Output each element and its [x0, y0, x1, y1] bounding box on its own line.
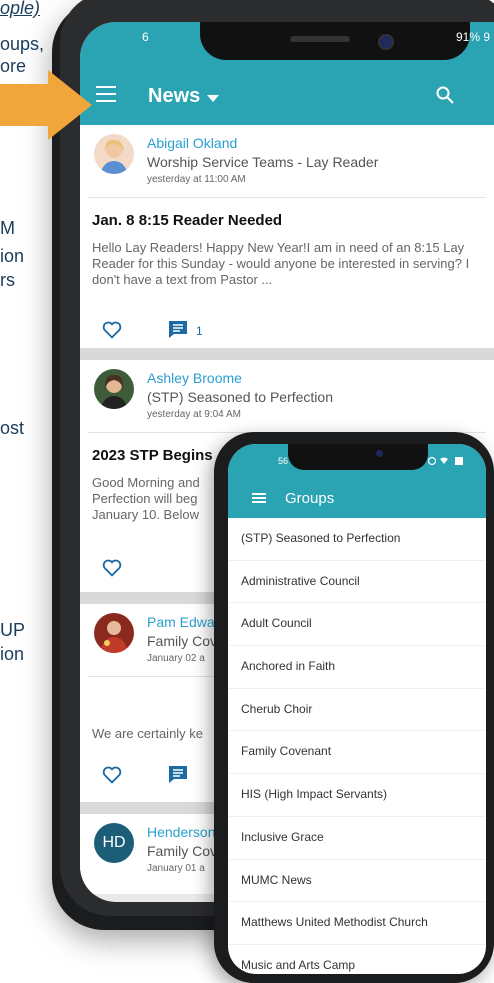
- post-author[interactable]: Abigail Okland: [147, 135, 237, 151]
- avatar[interactable]: [94, 134, 134, 174]
- group-list-item[interactable]: Anchored in Faith: [228, 646, 486, 689]
- heart-icon[interactable]: [102, 321, 122, 339]
- group-list-item[interactable]: Music and Arts Camp: [228, 945, 486, 974]
- groups-title: Groups: [285, 490, 335, 507]
- phone-frame-groups: 56 Groups (STP) Seasoned to Perfection Ad…: [214, 432, 494, 983]
- avatar[interactable]: HD: [94, 823, 134, 863]
- group-list-item[interactable]: Family Covenant: [228, 731, 486, 775]
- group-list-item[interactable]: Cherub Choir: [228, 689, 486, 732]
- status-left: 6: [142, 30, 149, 44]
- group-list-item[interactable]: Matthews United Methodist Church: [228, 902, 486, 945]
- notch: [288, 444, 428, 470]
- group-list-item[interactable]: Inclusive Grace: [228, 817, 486, 860]
- bg-text-line: ion: [0, 644, 25, 664]
- post-group: Family Cov: [147, 633, 218, 649]
- camera-icon: [378, 34, 394, 50]
- status-icons: [428, 456, 463, 466]
- bg-text-line: ion: [0, 246, 25, 266]
- comment-icon[interactable]: [167, 764, 189, 784]
- status-bar: 56: [228, 444, 486, 478]
- group-list-item[interactable]: Administrative Council: [228, 561, 486, 604]
- post-author[interactable]: Henderson: [147, 824, 216, 840]
- news-app-bar: News: [80, 70, 494, 125]
- comment-count: 1: [196, 324, 203, 338]
- group-list-item[interactable]: HIS (High Impact Servants): [228, 774, 486, 817]
- post-body: Good Morning and Perfection will beg Jan…: [92, 475, 200, 522]
- bg-text-line: ople): [0, 0, 41, 18]
- heart-icon[interactable]: [102, 559, 122, 577]
- bg-text-line: oups,: [0, 34, 45, 54]
- bg-text-line: M: [0, 218, 15, 238]
- camera-icon: [376, 450, 383, 457]
- post-divider: [80, 348, 494, 360]
- post-header: Abigail Okland Worship Service Teams - L…: [88, 125, 486, 198]
- arrow-right-icon: [0, 70, 92, 140]
- group-list-item[interactable]: (STP) Seasoned to Perfection: [228, 518, 486, 561]
- bg-text-line: rs: [0, 270, 15, 290]
- groups-app-bar: Groups: [228, 478, 486, 518]
- post-time: January 01 a: [147, 863, 205, 874]
- post-body: We are certainly ke: [92, 726, 204, 741]
- groups-list: (STP) Seasoned to Perfection Administrati…: [228, 518, 486, 974]
- post-body: Hello Lay Readers! Happy New Year!I am i…: [92, 240, 470, 287]
- status-bar: 6 91% 9: [80, 22, 494, 70]
- avatar[interactable]: [94, 613, 134, 653]
- battery-status: 91% 9: [455, 30, 490, 44]
- post-title: 2023 STP Begins: [92, 447, 213, 464]
- post-header: Ashley Broome (STP) Seasoned to Perfecti…: [88, 360, 486, 433]
- post-title: Jan. 8 8:15 Reader Needed: [92, 212, 283, 229]
- bg-text-line: UP: [0, 620, 26, 640]
- news-title[interactable]: News: [148, 85, 200, 108]
- post-group: Family Cov: [147, 843, 218, 859]
- chevron-down-icon[interactable]: [207, 95, 219, 102]
- group-list-item[interactable]: Adult Council: [228, 603, 486, 647]
- post-time: yesterday at 11:00 AM: [147, 174, 246, 185]
- post-author[interactable]: Ashley Broome: [147, 370, 242, 386]
- post-group: (STP) Seasoned to Perfection: [147, 389, 333, 405]
- avatar[interactable]: [94, 369, 134, 409]
- heart-icon[interactable]: [102, 766, 122, 784]
- groups-screen: 56 Groups (STP) Seasoned to Perfection Ad…: [228, 444, 486, 974]
- bg-text-line: ost: [0, 418, 25, 438]
- status-left: 56: [278, 456, 289, 466]
- post-author[interactable]: Pam Edwa: [147, 614, 215, 630]
- comment-icon[interactable]: [167, 319, 189, 339]
- post-time: January 02 a: [147, 653, 205, 664]
- post-time: yesterday at 9:04 AM: [147, 409, 241, 420]
- notch: [200, 22, 470, 60]
- group-list-item[interactable]: MUMC News: [228, 860, 486, 903]
- post-group: Worship Service Teams - Lay Reader: [147, 154, 379, 170]
- search-icon[interactable]: [436, 86, 454, 104]
- post-card[interactable]: Abigail Okland Worship Service Teams - L…: [80, 125, 494, 348]
- menu-icon[interactable]: [252, 493, 266, 503]
